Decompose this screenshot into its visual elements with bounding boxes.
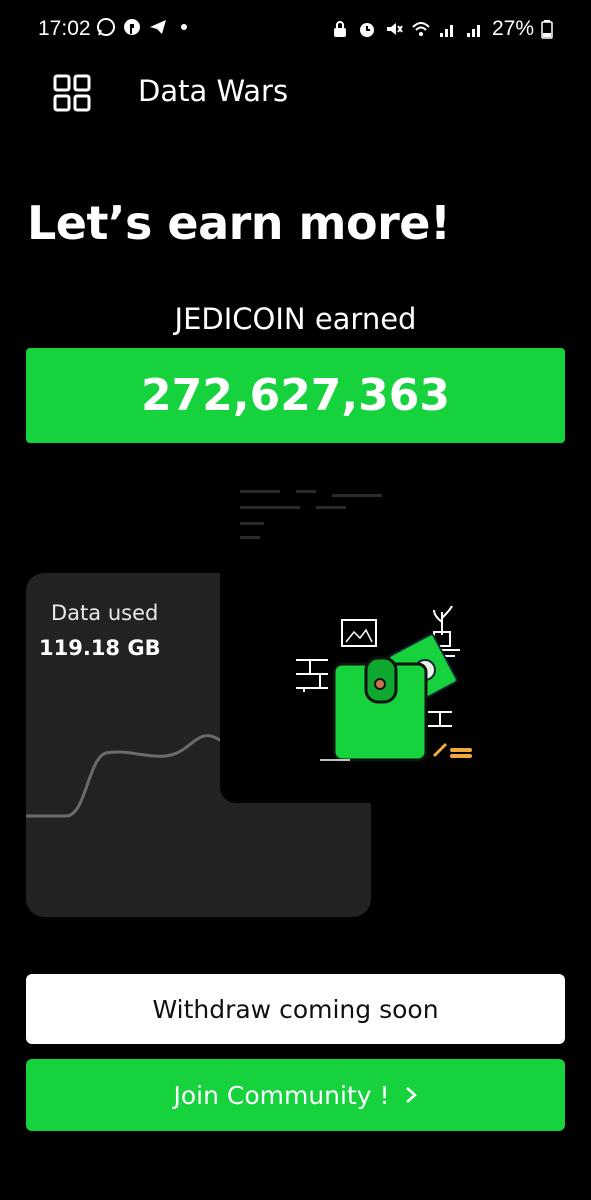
page-headline: Let’s earn more! bbox=[27, 196, 451, 250]
signal-icon bbox=[466, 25, 480, 37]
withdraw-button-label: Withdraw coming soon bbox=[152, 994, 439, 1024]
chevron-right-icon bbox=[405, 1087, 417, 1103]
battery-icon bbox=[541, 20, 553, 39]
status-system-icons: 27% bbox=[330, 17, 553, 41]
earned-value: 272,627,363 bbox=[141, 370, 450, 421]
status-time: 17:02 bbox=[38, 17, 91, 40]
earned-value-box: 272,627,363 bbox=[26, 348, 565, 443]
wallet-illustration bbox=[296, 605, 472, 762]
data-used-label: Data used bbox=[51, 601, 159, 625]
coins-icon bbox=[432, 742, 472, 758]
picture-frame-icon bbox=[341, 619, 377, 647]
faint-placeholder bbox=[236, 484, 386, 548]
mute-icon bbox=[386, 23, 403, 35]
battery-percent: 27% bbox=[491, 17, 534, 40]
wallet-illustration-card bbox=[220, 560, 490, 803]
join-community-label: Join Community ! bbox=[173, 1080, 390, 1110]
brick-wall-icon bbox=[296, 659, 328, 692]
status-notification-icons bbox=[96, 17, 194, 37]
wifi-icon bbox=[412, 22, 430, 36]
alarm-icon bbox=[359, 23, 374, 37]
brick-wall-right-icon bbox=[428, 711, 452, 727]
grid-icon[interactable] bbox=[52, 73, 92, 113]
telegram-icon bbox=[150, 20, 166, 34]
withdraw-button[interactable]: Withdraw coming soon bbox=[26, 974, 565, 1044]
data-used-value: 119.18 GB bbox=[39, 636, 161, 660]
wallet-icon bbox=[332, 656, 428, 762]
notification-dot-icon bbox=[181, 24, 187, 30]
join-community-button[interactable]: Join Community ! bbox=[26, 1059, 565, 1131]
messenger-icon bbox=[124, 19, 140, 35]
status-bar: 17:02 27% bbox=[0, 0, 591, 56]
app-title: Data Wars bbox=[138, 74, 289, 108]
lock-icon bbox=[333, 21, 346, 37]
whatsapp-icon bbox=[97, 18, 115, 36]
signal-icon bbox=[439, 25, 453, 37]
app-header: Data Wars bbox=[0, 60, 591, 124]
earned-label: JEDICOIN earned bbox=[174, 302, 417, 336]
